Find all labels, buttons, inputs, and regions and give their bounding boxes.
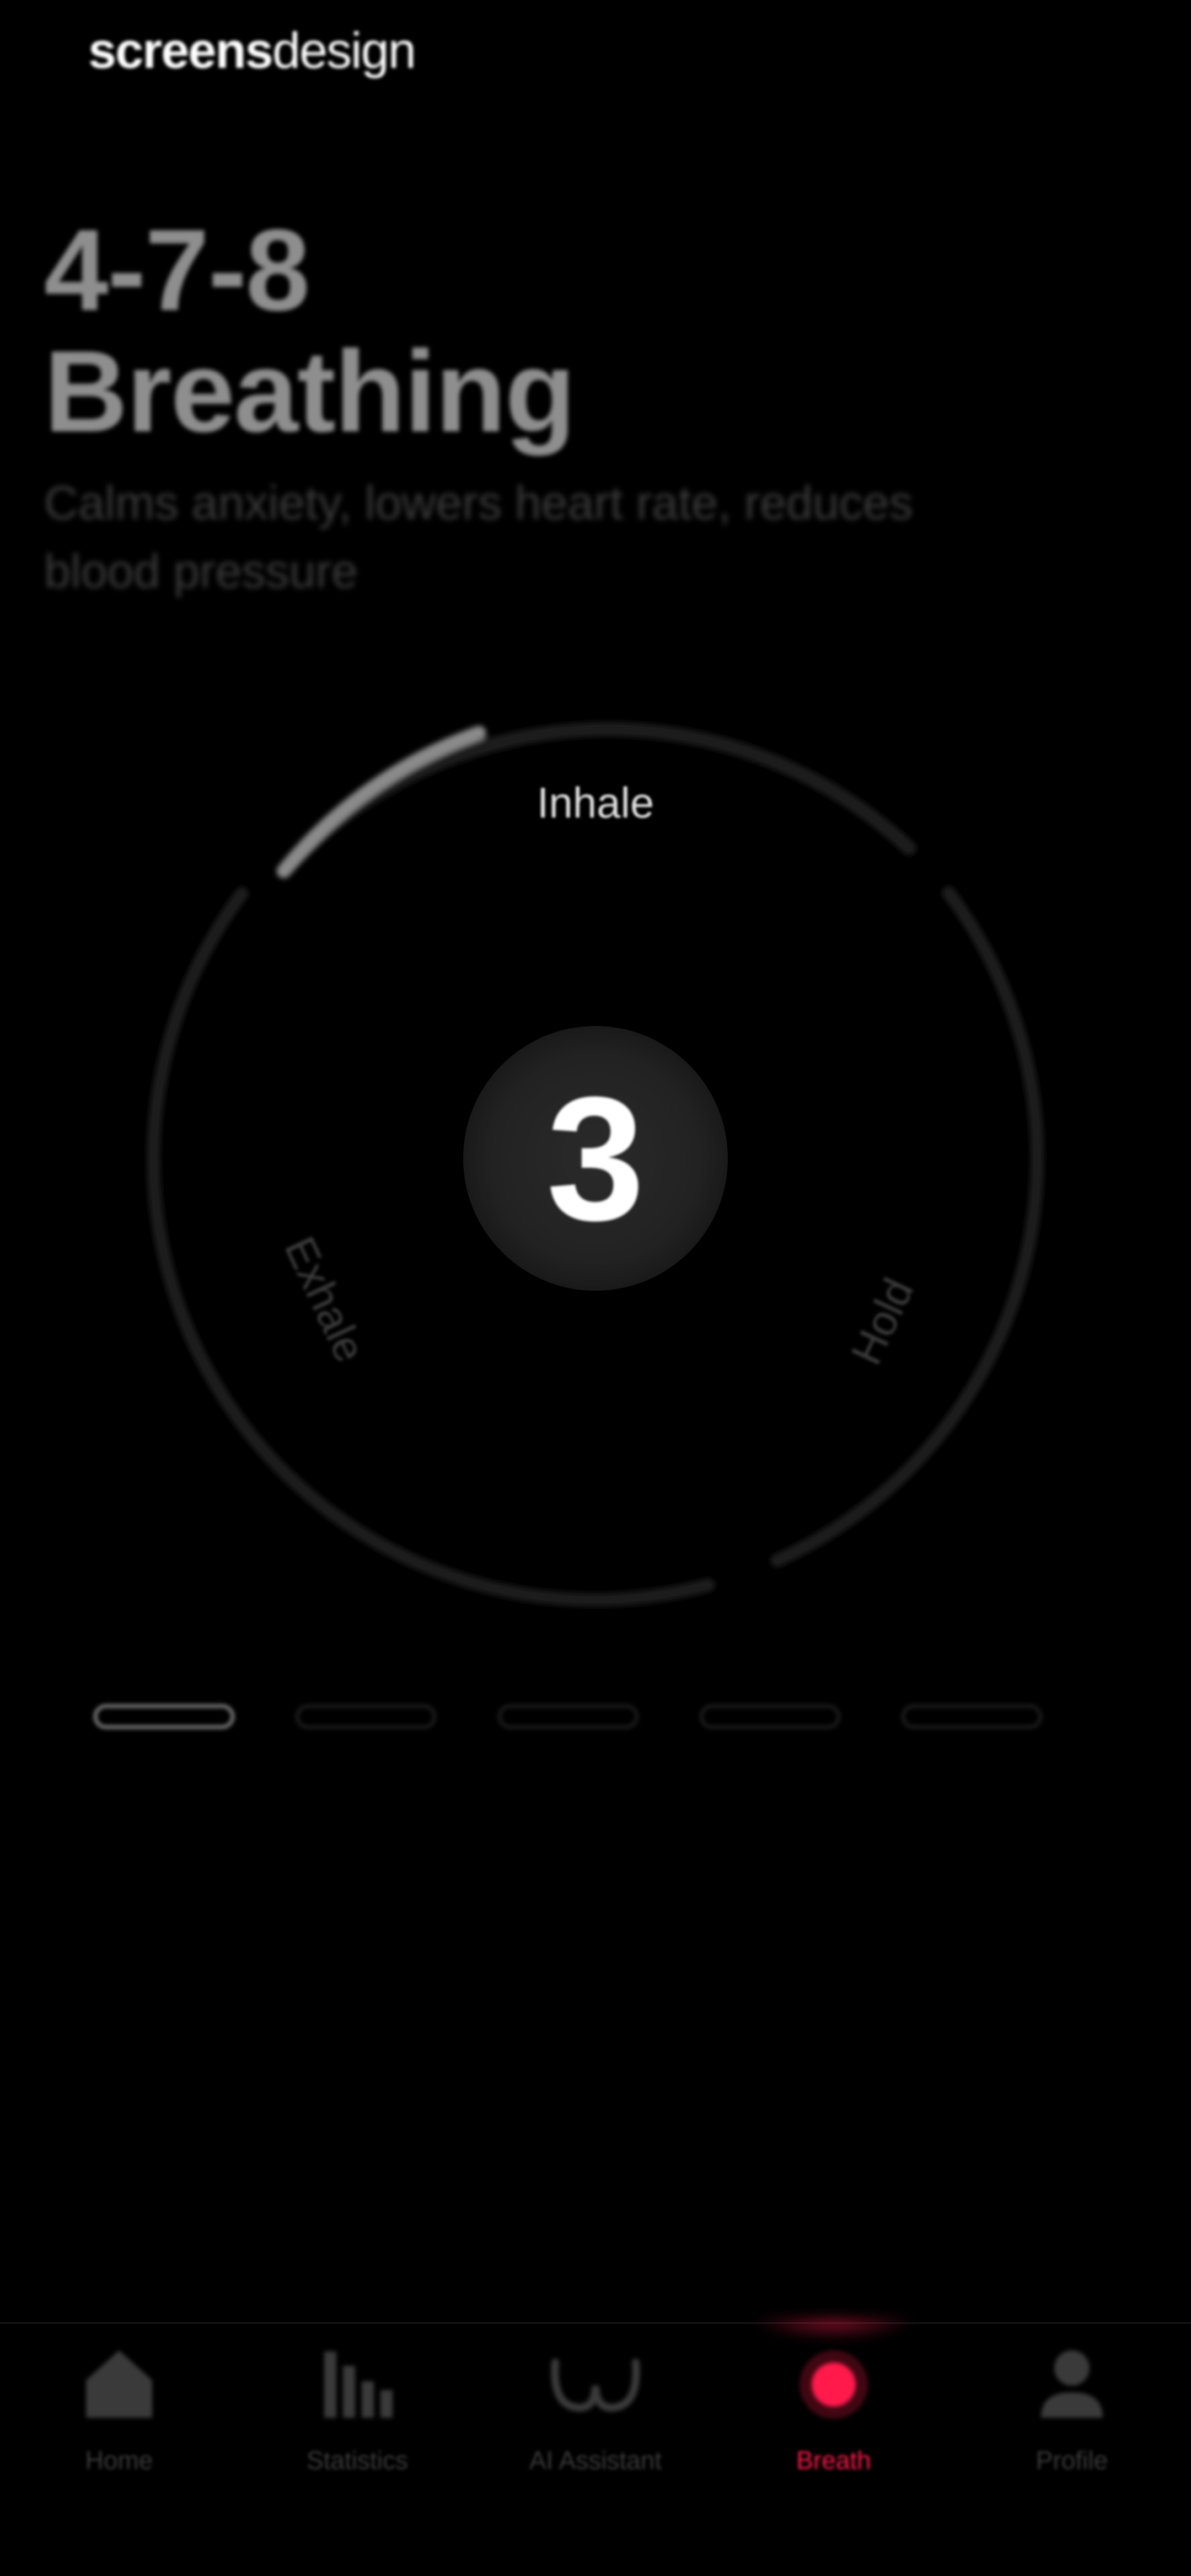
tab-profile[interactable]: Profile — [953, 2324, 1191, 2576]
brand-part-bold: screens — [88, 23, 273, 79]
hold-arc — [770, 886, 1044, 1567]
brand-watermark: screensdesign — [88, 22, 416, 80]
tab-label-breath: Breath — [796, 2446, 871, 2475]
title-line-2: Breathing — [44, 327, 576, 456]
countdown-display: 3 — [463, 1026, 728, 1291]
breathing-screen: screensdesign 4-7-8 Breathing Calms anxi… — [0, 0, 1191, 2576]
countdown-value: 3 — [546, 1060, 645, 1257]
phase-label-inhale: Inhale — [537, 778, 654, 827]
pager-dot-4[interactable] — [699, 1704, 840, 1729]
bottom-tab-bar: Home Statistics AI Assistant Breath Prof… — [0, 2318, 1191, 2576]
tab-label-ai-assistant: AI Assistant — [529, 2446, 662, 2475]
tab-statistics[interactable]: Statistics — [238, 2324, 476, 2576]
pager-dot-5[interactable] — [902, 1704, 1042, 1729]
statistics-icon — [308, 2335, 407, 2434]
tab-label-profile: Profile — [1036, 2446, 1108, 2475]
breath-icon — [784, 2335, 883, 2434]
home-icon — [69, 2335, 169, 2434]
profile-icon — [1022, 2335, 1122, 2434]
tab-breath[interactable]: Breath — [715, 2318, 953, 2576]
pager-dot-2[interactable] — [296, 1704, 437, 1729]
tab-ai-assistant[interactable]: AI Assistant — [476, 2324, 715, 2576]
brand-part-light: design — [272, 23, 416, 79]
session-pager — [94, 1704, 1042, 1732]
tab-label-statistics: Statistics — [306, 2446, 409, 2475]
breathing-cycle-ring: Inhale Exhale Hold 3 — [132, 695, 1059, 1622]
ai-assistant-icon — [546, 2335, 645, 2434]
exercise-description: Calms anxiety, lowers heart rate, reduce… — [44, 477, 913, 598]
tab-home[interactable]: Home — [0, 2324, 238, 2576]
title-line-1: 4-7-8 — [44, 205, 310, 335]
page-title: 4-7-8 Breathing — [44, 210, 576, 452]
pager-dot-1[interactable] — [94, 1704, 234, 1729]
pager-dot-3[interactable] — [497, 1704, 639, 1729]
tab-label-home: Home — [85, 2446, 153, 2475]
